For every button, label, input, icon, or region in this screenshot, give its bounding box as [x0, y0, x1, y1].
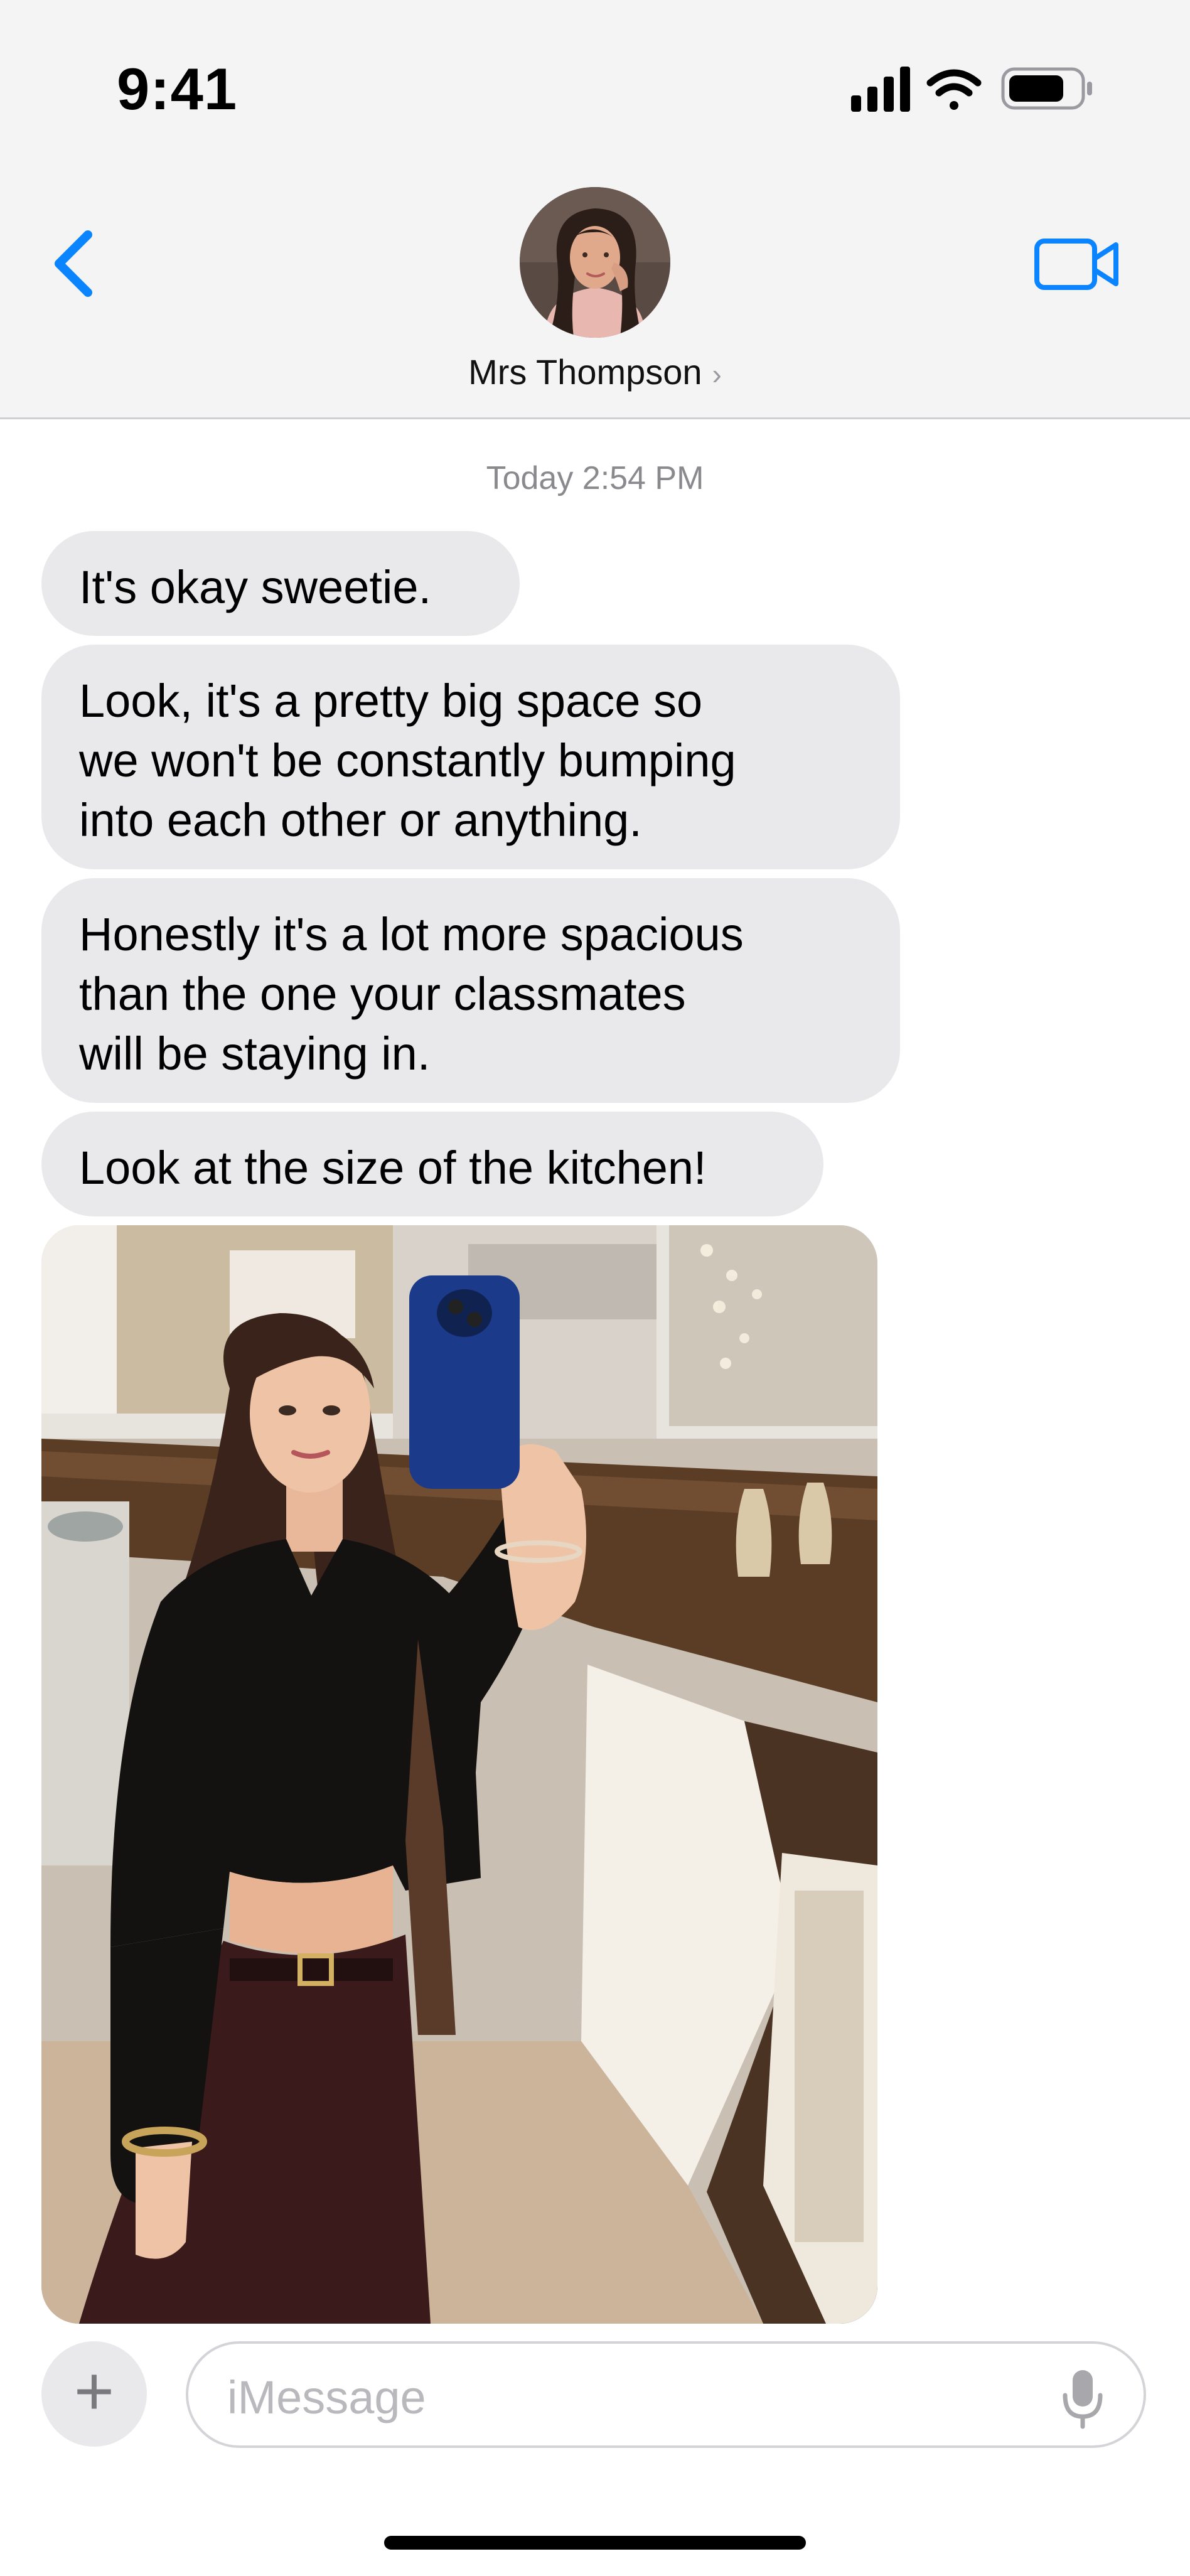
dictation-button[interactable]	[1058, 2368, 1108, 2430]
message-input[interactable]	[226, 2363, 1013, 2432]
incoming-message-bubble[interactable]: Honestly it's a lot more spacious than t…	[41, 878, 900, 1103]
message-timestamp: Today 2:54 PM	[486, 460, 704, 496]
incoming-photo-message[interactable]	[41, 1225, 877, 2324]
back-button[interactable]	[43, 226, 112, 301]
home-indicator[interactable]	[384, 2536, 806, 2550]
message-field[interactable]	[186, 2341, 1146, 2448]
incoming-message-bubble[interactable]: Look, it's a pretty big space so we won'…	[41, 645, 900, 869]
apps-plus-button[interactable]: +	[41, 2341, 147, 2447]
contact-name-row[interactable]: Mrs Thompson ›	[0, 352, 1190, 392]
status-icons	[851, 67, 1092, 112]
microphone-icon	[1063, 2370, 1103, 2429]
conversation-header: 9:41 Mrs Thompson ›	[0, 0, 1190, 419]
chevron-right-icon: ›	[712, 358, 722, 390]
messages-screen: 9:41 Mrs Thompson › Today 2:54 PM It's o…	[0, 0, 1190, 2576]
incoming-message-bubble[interactable]: It's okay sweetie.	[41, 531, 520, 636]
cellular-signal-icon	[851, 67, 910, 112]
wifi-icon	[926, 69, 982, 110]
contact-name: Mrs Thompson	[468, 352, 702, 392]
contact-avatar[interactable]	[520, 187, 670, 338]
incoming-message-bubble[interactable]: Look at the size of the kitchen!	[41, 1112, 823, 1216]
video-camera-icon	[1034, 239, 1118, 290]
facetime-video-button[interactable]	[1033, 232, 1121, 295]
chevron-left-icon	[55, 230, 92, 297]
status-time: 9:41	[117, 56, 238, 122]
battery-icon	[1001, 67, 1092, 110]
